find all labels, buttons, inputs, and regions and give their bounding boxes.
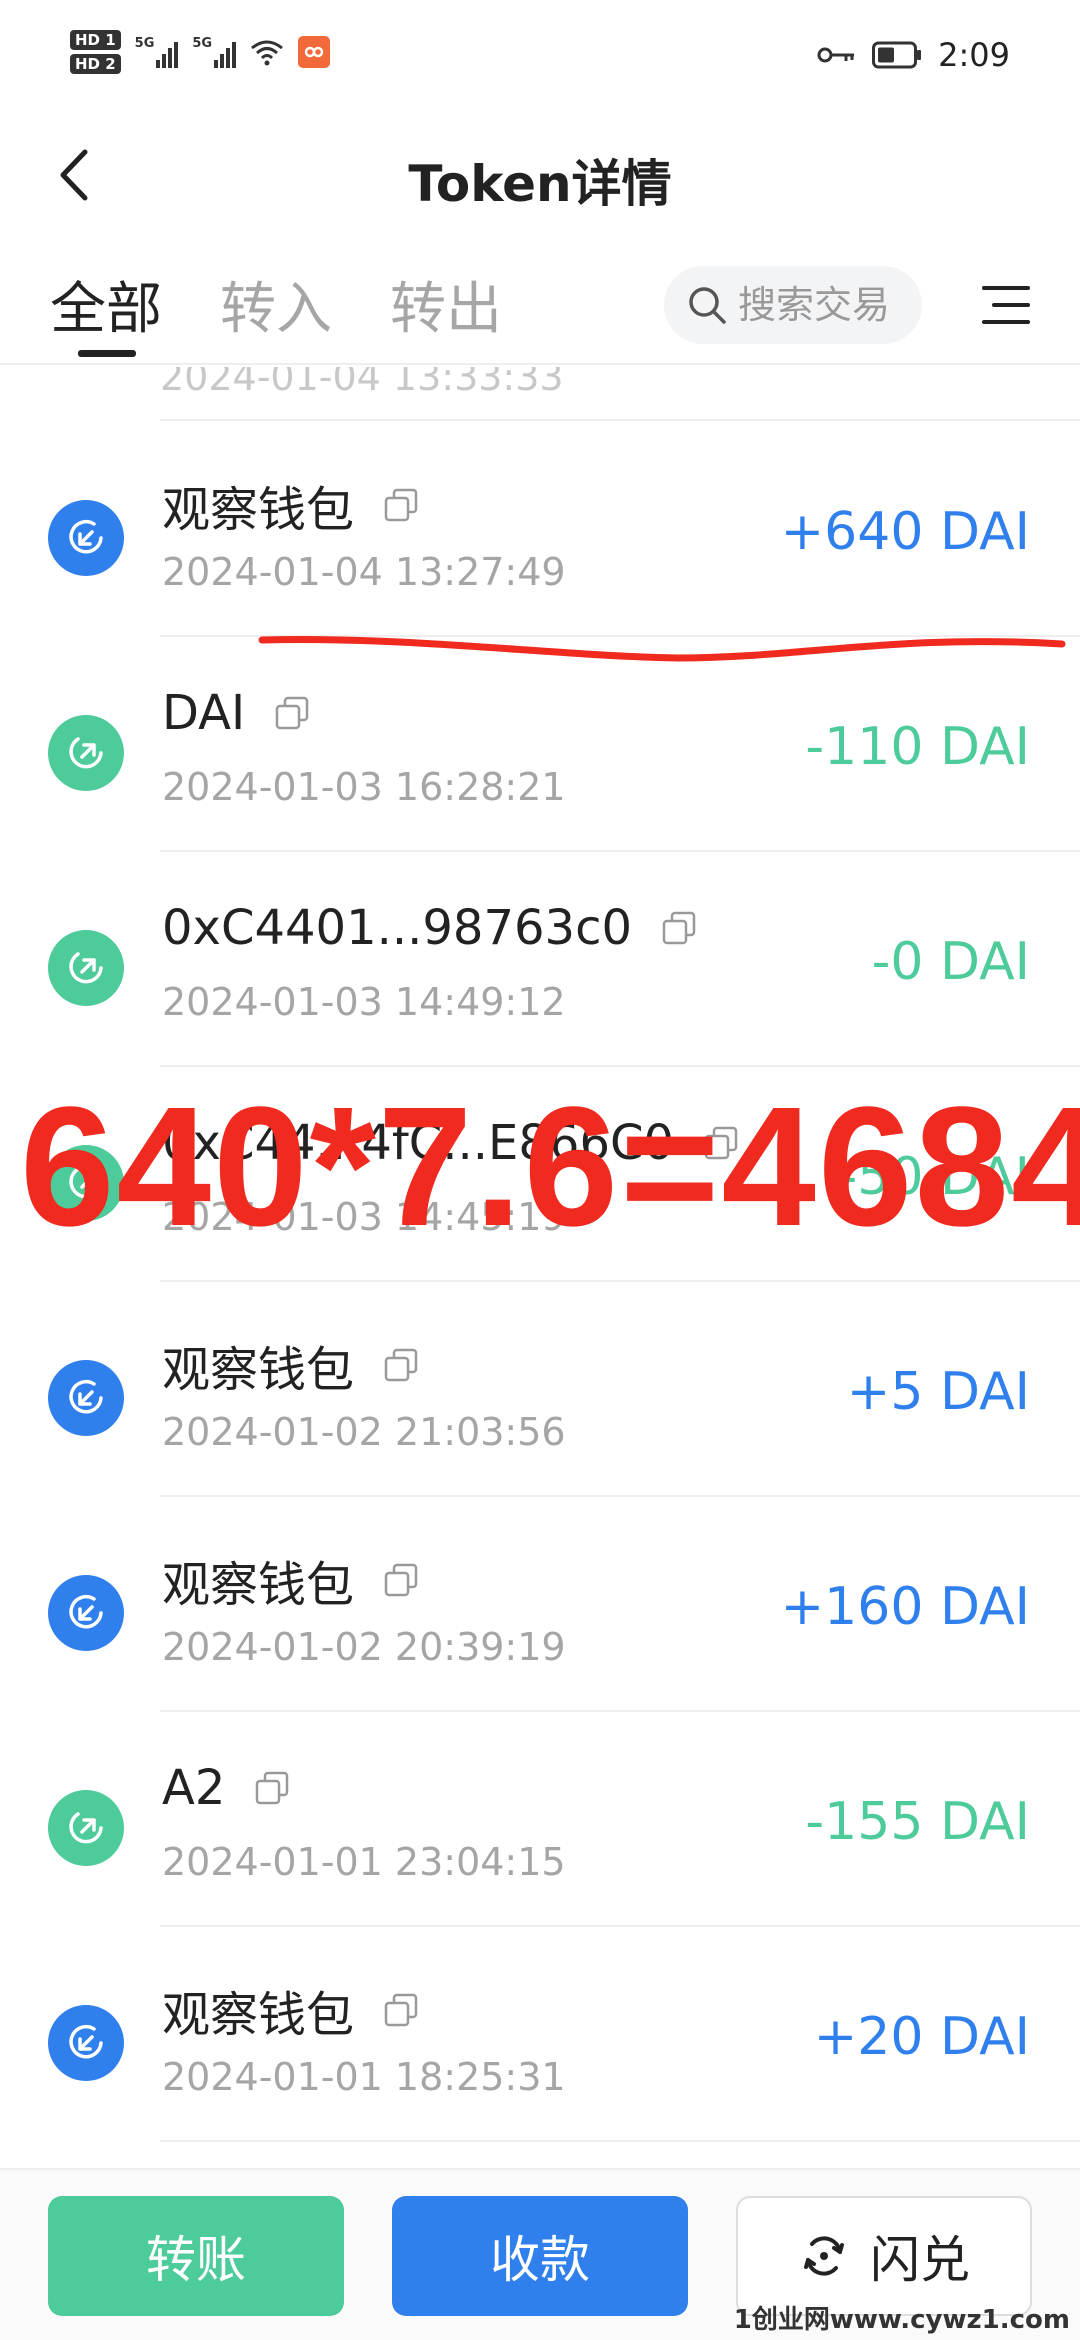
transaction-time: 2024-01-03 14:49:12 xyxy=(162,980,566,1024)
transfer-button[interactable]: 转账 xyxy=(48,2196,344,2316)
status-right: 2:09 xyxy=(816,36,1010,74)
app-notification-icon xyxy=(298,36,331,68)
key-icon xyxy=(817,47,855,63)
copy-icon[interactable] xyxy=(384,1993,418,2027)
title-bar: Token详情 xyxy=(0,120,1080,230)
status-time: 2:09 xyxy=(938,36,1010,74)
swap-icon xyxy=(804,2236,844,2276)
bottom-action-bar: 转账 收款 闪兑 1创业网www.cywz1.com xyxy=(0,2168,1080,2340)
transaction-row[interactable]: 观察钱包 2024-01-04 13:27:49 +640 DAI xyxy=(0,422,1080,637)
transaction-row[interactable]: 观察钱包 2024-01-01 18:25:31 +20 DAI xyxy=(0,1927,1080,2142)
transaction-amount: -155 DAI xyxy=(805,1792,1030,1852)
transaction-amount: +5 DAI xyxy=(846,1362,1030,1422)
tab-outgoing[interactable]: 转出 xyxy=(390,264,502,345)
copy-icon[interactable] xyxy=(275,696,309,730)
incoming-icon xyxy=(48,2005,124,2081)
transaction-time: 2024-01-02 21:03:56 xyxy=(162,1410,566,1454)
transaction-name: A2 xyxy=(162,1760,226,1816)
copy-icon[interactable] xyxy=(384,1563,418,1597)
transaction-time: 2024-01-03 14:45:19 xyxy=(162,1195,566,1239)
copy-icon[interactable] xyxy=(704,1126,738,1160)
transaction-row[interactable]: 观察钱包 2024-01-02 21:03:56 +5 DAI xyxy=(0,1282,1080,1497)
transaction-time: 2024-01-04 13:27:49 xyxy=(162,550,566,594)
transaction-name: 0xC4401...98763c0 xyxy=(162,900,633,956)
copy-icon[interactable] xyxy=(384,1348,418,1382)
status-bar: HD 1 HD 2 5G 5G 2:09 xyxy=(0,0,1080,110)
transaction-name: 观察钱包 xyxy=(162,482,355,538)
transaction-row[interactable]: A2 2024-01-01 23:04:15 -155 DAI xyxy=(0,1712,1080,1927)
transaction-amount: -110 DAI xyxy=(805,717,1030,777)
transaction-list[interactable]: 2024-01-04 13:33:33 观察钱包 2024-01-04 13:2… xyxy=(0,367,1080,2167)
wifi-icon xyxy=(251,40,284,66)
transaction-row[interactable]: 0xC44...4fC...E866C0 2024-01-03 14:45:19… xyxy=(0,1067,1080,1282)
swap-label: 闪兑 xyxy=(870,2231,970,2289)
incoming-icon xyxy=(48,1360,124,1436)
watermark-text: 1创业网www.cywz1.com xyxy=(733,2305,1070,2335)
transaction-name: 0xC44...4fC...E866C0 xyxy=(162,1115,675,1171)
active-tab-indicator xyxy=(78,350,136,357)
transaction-time: 2024-01-01 23:04:15 xyxy=(162,1840,566,1884)
signal-1-icon: 5G xyxy=(135,36,179,68)
transaction-name: 观察钱包 xyxy=(162,1342,355,1398)
copy-icon[interactable] xyxy=(255,1771,289,1805)
divider xyxy=(160,419,1080,421)
battery-icon xyxy=(872,41,922,69)
tab-all[interactable]: 全部 xyxy=(50,264,162,345)
tab-incoming[interactable]: 转入 xyxy=(220,264,332,345)
status-left: HD 1 HD 2 5G 5G xyxy=(70,30,331,74)
incoming-icon xyxy=(48,1575,124,1651)
outgoing-icon xyxy=(48,1790,124,1866)
signal-2-label: 5G xyxy=(192,36,213,51)
hd-badge-1: HD 1 xyxy=(70,30,121,50)
copy-icon[interactable] xyxy=(662,911,696,945)
transaction-amount: -0 DAI xyxy=(871,932,1030,992)
hd-indicators: HD 1 HD 2 xyxy=(70,30,121,74)
signal-1-label: 5G xyxy=(134,36,155,51)
transaction-row[interactable]: 观察钱包 2024-01-02 20:39:19 +160 DAI xyxy=(0,1497,1080,1712)
hd-badge-2: HD 2 xyxy=(70,54,121,74)
outgoing-icon xyxy=(48,930,124,1006)
transaction-row[interactable]: 0xC4401...98763c0 2024-01-03 14:49:12 -0… xyxy=(0,852,1080,1067)
filter-tabs: 全部 转入 转出 xyxy=(0,250,1080,365)
transaction-name: DAI xyxy=(162,685,246,741)
transaction-amount: +640 DAI xyxy=(780,502,1030,562)
outgoing-icon xyxy=(48,1145,124,1221)
receive-button[interactable]: 收款 xyxy=(392,2196,688,2316)
copy-icon[interactable] xyxy=(384,488,418,522)
outgoing-icon xyxy=(48,715,124,791)
incoming-icon xyxy=(48,500,124,576)
transaction-time: 2024-01-03 16:28:21 xyxy=(162,765,566,809)
transaction-amount: +20 DAI xyxy=(813,2007,1030,2067)
transaction-amount: +160 DAI xyxy=(780,1577,1030,1637)
transaction-name: 观察钱包 xyxy=(162,1557,355,1613)
transaction-row[interactable]: DAI 2024-01-03 16:28:21 -110 DAI xyxy=(0,637,1080,852)
partial-row-time: 2024-01-04 13:33:33 xyxy=(160,367,564,399)
search-icon xyxy=(689,287,726,324)
transaction-time: 2024-01-02 20:39:19 xyxy=(162,1625,566,1669)
search-input[interactable] xyxy=(738,283,918,327)
search-box[interactable] xyxy=(664,266,922,344)
signal-2-icon: 5G xyxy=(192,36,237,68)
page-title: Token详情 xyxy=(408,155,672,213)
token-detail-screen: HD 1 HD 2 5G 5G 2:09 Token详情 全部 转入 转出 搜索… xyxy=(0,0,1080,2340)
swap-button[interactable]: 闪兑 xyxy=(736,2196,1032,2316)
transaction-amount: -50 DAI xyxy=(838,1147,1031,1207)
filter-menu-icon[interactable] xyxy=(978,280,1034,330)
transaction-time: 2024-01-01 18:25:31 xyxy=(162,2055,566,2099)
transaction-name: 观察钱包 xyxy=(162,1987,355,2043)
